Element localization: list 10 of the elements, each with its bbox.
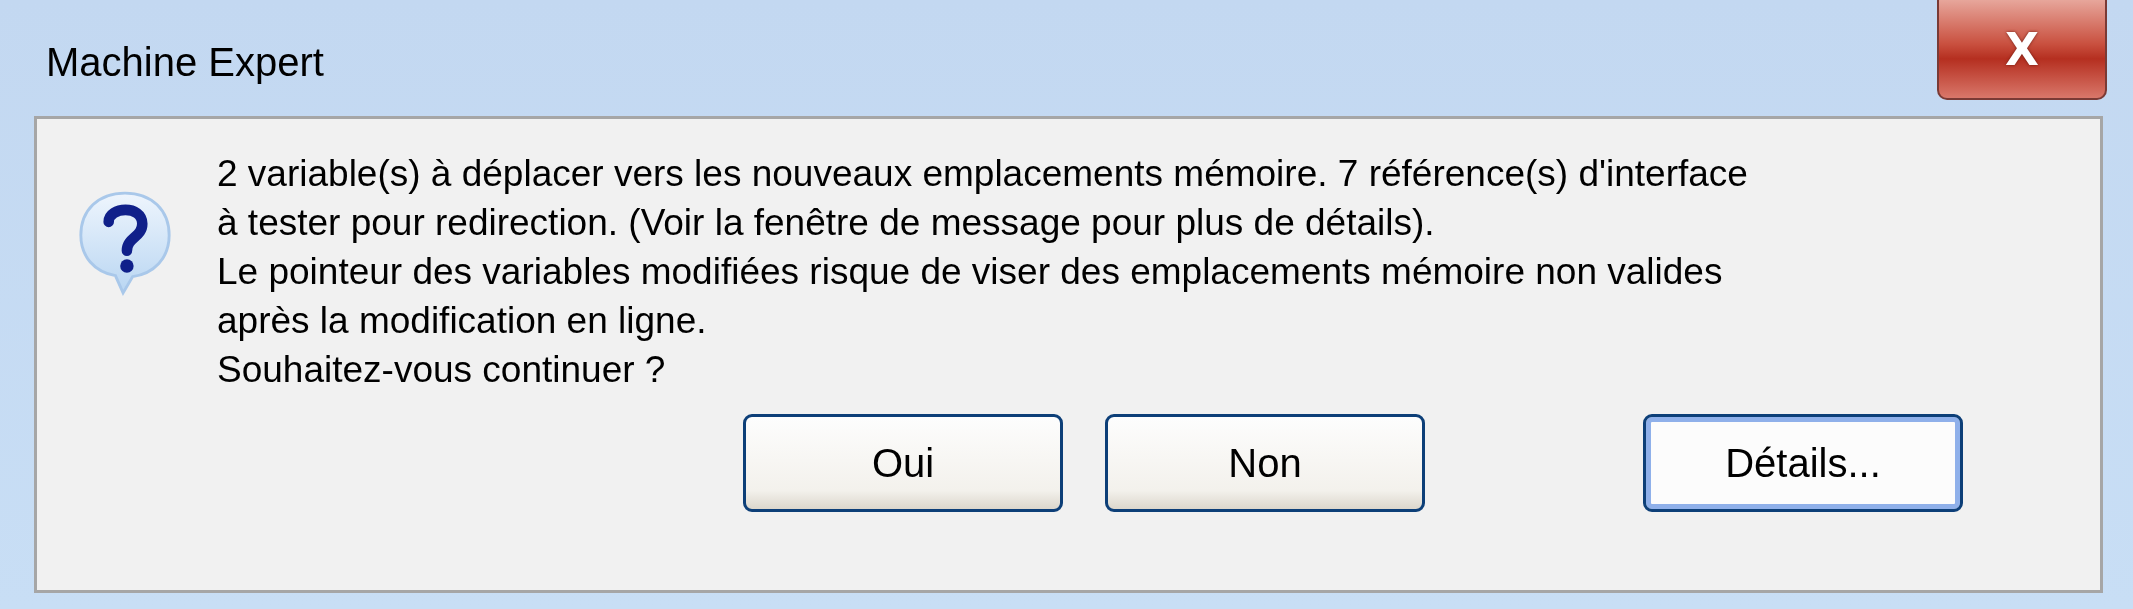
close-button[interactable]: X (1937, 0, 2107, 100)
dialog-button[interactable]: Oui (743, 414, 1063, 512)
message-text: Souhaitez-vous continuer ? (217, 348, 667, 392)
dialog-button[interactable]: Détails... (1643, 414, 1963, 512)
message-text: 2 variable(s) à déplacer vers les nouveaux emplacements mémoire. 7 référence(s) d'interface (217, 152, 1748, 196)
message-text: Le pointeur des variables modifiées risque de viser des emplacements mémoire non valides (217, 250, 1724, 294)
dialog-button[interactable]: Non (1105, 414, 1425, 512)
message-text: après la modification en ligne. (217, 299, 708, 343)
window-title: Machine Expert (46, 40, 324, 85)
message-text: à tester pour redirection. (Voir la fenêtre de message pour plus de détails). (217, 201, 1436, 245)
